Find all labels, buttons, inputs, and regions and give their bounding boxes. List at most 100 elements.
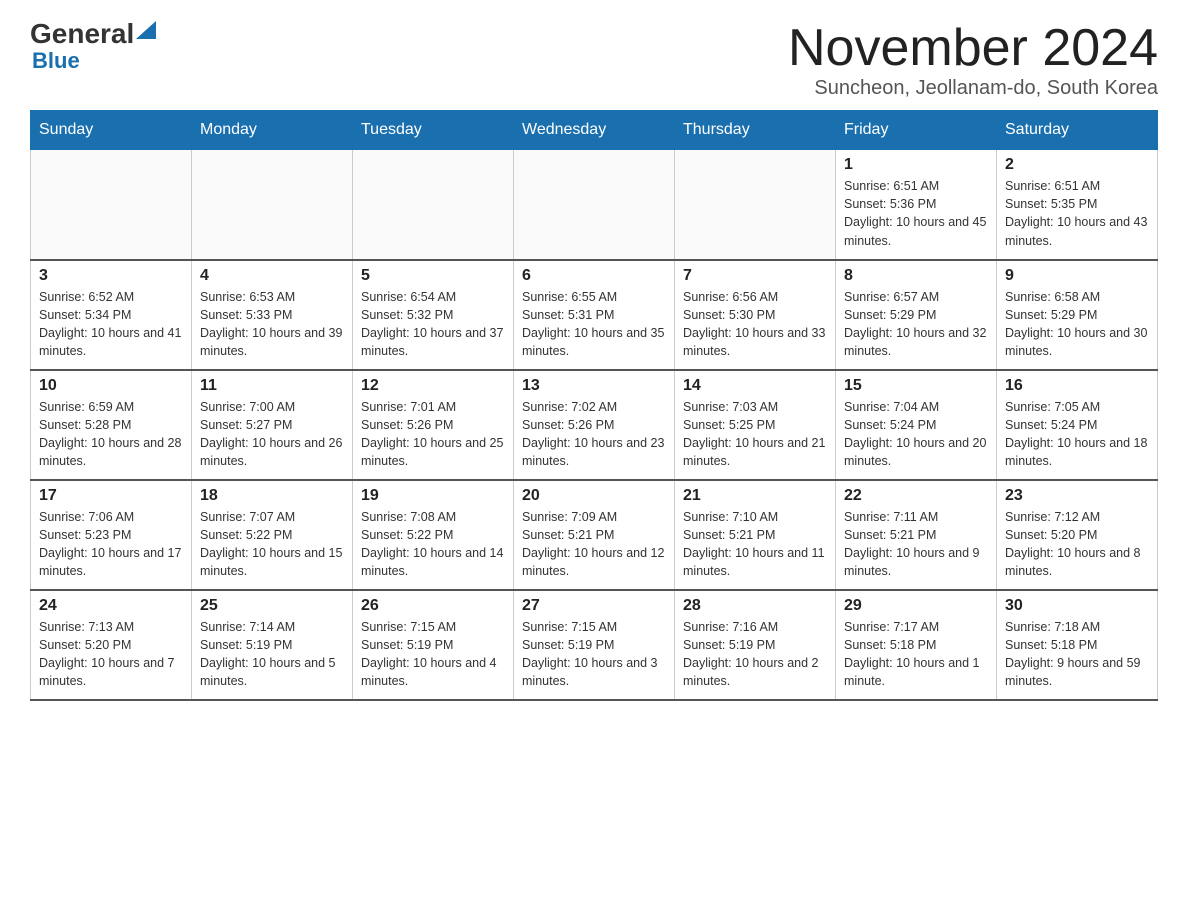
calendar-cell: 14Sunrise: 7:03 AM Sunset: 5:25 PM Dayli… [675, 370, 836, 480]
day-info: Sunrise: 6:58 AM Sunset: 5:29 PM Dayligh… [1005, 288, 1149, 361]
day-info: Sunrise: 7:06 AM Sunset: 5:23 PM Dayligh… [39, 508, 183, 581]
day-info: Sunrise: 7:10 AM Sunset: 5:21 PM Dayligh… [683, 508, 827, 581]
calendar-cell: 22 Sunrise: 7:11 AM Sunset: 5:21 PM Dayli… [836, 480, 997, 590]
weekday-header-row: SundayMondayTuesdayWednesdayThursdayFrid… [31, 111, 1158, 150]
calendar-cell: 28 Sunrise: 7:16 AM Sunset: 5:19 PM Dayli… [675, 590, 836, 700]
day-number: 2 [1005, 156, 1149, 174]
month-title: November 2024 [788, 20, 1158, 77]
calendar-cell [31, 150, 192, 260]
day-number: 25 [200, 597, 344, 615]
day-number: 22 [844, 487, 988, 505]
day-info: Sunrise: 6:57 AM Sunset: 5:29 PM Dayligh… [844, 288, 988, 361]
day-info: Sunrise: 7:12 AM Sunset: 5:20 PM Dayligh… [1005, 508, 1149, 581]
day-info: Sunrise: 7:14 AM Sunset: 5:19 PM Dayligh… [200, 618, 344, 691]
day-info: Sunrise: 7:07 AM Sunset: 5:22 PM Dayligh… [200, 508, 344, 581]
day-number: 6 [522, 267, 666, 285]
day-info: Sunrise: 6:55 AM Sunset: 5:31 PM Dayligh… [522, 288, 666, 361]
calendar-cell: 4 Sunrise: 6:53 AM Sunset: 5:33 PM Daylig… [192, 260, 353, 370]
calendar-cell: 18 Sunrise: 7:07 AM Sunset: 5:22 PM Dayli… [192, 480, 353, 590]
day-info: Sunrise: 6:56 AM Sunset: 5:30 PM Dayligh… [683, 288, 827, 361]
calendar-cell: 30 Sunrise: 7:18 AM Sunset: 5:18 PM Dayli… [997, 590, 1158, 700]
day-number: 17 [39, 487, 183, 505]
calendar-cell: 15 Sunrise: 7:04 AM Sunset: 5:24 PM Dayli… [836, 370, 997, 480]
calendar-cell: 1 Sunrise: 6:51 AM Sunset: 5:36 PM Daylig… [836, 150, 997, 260]
day-number: 9 [1005, 267, 1149, 285]
day-info: Sunrise: 7:04 AM Sunset: 5:24 PM Dayligh… [844, 398, 988, 471]
calendar-week-row: 1 Sunrise: 6:51 AM Sunset: 5:36 PM Daylig… [31, 150, 1158, 260]
calendar-cell: 10 Sunrise: 6:59 AM Sunset: 5:28 PM Dayli… [31, 370, 192, 480]
calendar-cell: 8 Sunrise: 6:57 AM Sunset: 5:29 PM Daylig… [836, 260, 997, 370]
calendar-cell [353, 150, 514, 260]
day-number: 12 [361, 377, 505, 395]
calendar-cell: 17 Sunrise: 7:06 AM Sunset: 5:23 PM Dayli… [31, 480, 192, 590]
day-info: Sunrise: 7:03 AM Sunset: 5:25 PM Dayligh… [683, 398, 827, 471]
day-number: 30 [1005, 597, 1149, 615]
day-info: Sunrise: 6:59 AM Sunset: 5:28 PM Dayligh… [39, 398, 183, 471]
calendar-week-row: 17 Sunrise: 7:06 AM Sunset: 5:23 PM Dayli… [31, 480, 1158, 590]
day-info: Sunrise: 6:53 AM Sunset: 5:33 PM Dayligh… [200, 288, 344, 361]
calendar-cell: 9 Sunrise: 6:58 AM Sunset: 5:29 PM Daylig… [997, 260, 1158, 370]
day-info: Sunrise: 7:15 AM Sunset: 5:19 PM Dayligh… [522, 618, 666, 691]
calendar-week-row: 10 Sunrise: 6:59 AM Sunset: 5:28 PM Dayli… [31, 370, 1158, 480]
day-info: Sunrise: 7:02 AM Sunset: 5:26 PM Dayligh… [522, 398, 666, 471]
day-info: Sunrise: 6:54 AM Sunset: 5:32 PM Dayligh… [361, 288, 505, 361]
calendar-cell: 24Sunrise: 7:13 AM Sunset: 5:20 PM Dayli… [31, 590, 192, 700]
day-number: 18 [200, 487, 344, 505]
calendar-cell: 19 Sunrise: 7:08 AM Sunset: 5:22 PM Dayli… [353, 480, 514, 590]
calendar-cell [192, 150, 353, 260]
day-number: 3 [39, 267, 183, 285]
day-number: 19 [361, 487, 505, 505]
day-info: Sunrise: 7:13 AM Sunset: 5:20 PM Dayligh… [39, 618, 183, 691]
calendar-cell: 26 Sunrise: 7:15 AM Sunset: 5:19 PM Dayli… [353, 590, 514, 700]
day-number: 10 [39, 377, 183, 395]
day-info: Sunrise: 6:51 AM Sunset: 5:36 PM Dayligh… [844, 177, 988, 250]
calendar-cell: 5 Sunrise: 6:54 AM Sunset: 5:32 PM Daylig… [353, 260, 514, 370]
day-number: 11 [200, 377, 344, 395]
day-info: Sunrise: 7:17 AM Sunset: 5:18 PM Dayligh… [844, 618, 988, 691]
calendar-cell: 23 Sunrise: 7:12 AM Sunset: 5:20 PM Dayli… [997, 480, 1158, 590]
calendar-cell: 25 Sunrise: 7:14 AM Sunset: 5:19 PM Dayli… [192, 590, 353, 700]
day-number: 16 [1005, 377, 1149, 395]
day-number: 26 [361, 597, 505, 615]
calendar-cell: 13 Sunrise: 7:02 AM Sunset: 5:26 PM Dayli… [514, 370, 675, 480]
day-number: 5 [361, 267, 505, 285]
weekday-header-friday: Friday [836, 111, 997, 150]
day-info: Sunrise: 7:16 AM Sunset: 5:19 PM Dayligh… [683, 618, 827, 691]
calendar-cell: 3 Sunrise: 6:52 AM Sunset: 5:34 PM Daylig… [31, 260, 192, 370]
calendar-week-row: 24Sunrise: 7:13 AM Sunset: 5:20 PM Dayli… [31, 590, 1158, 700]
calendar-cell [514, 150, 675, 260]
day-info: Sunrise: 7:01 AM Sunset: 5:26 PM Dayligh… [361, 398, 505, 471]
weekday-header-thursday: Thursday [675, 111, 836, 150]
weekday-header-monday: Monday [192, 111, 353, 150]
day-number: 29 [844, 597, 988, 615]
day-info: Sunrise: 7:11 AM Sunset: 5:21 PM Dayligh… [844, 508, 988, 581]
day-info: Sunrise: 7:15 AM Sunset: 5:19 PM Dayligh… [361, 618, 505, 691]
day-number: 27 [522, 597, 666, 615]
calendar-cell: 6 Sunrise: 6:55 AM Sunset: 5:31 PM Daylig… [514, 260, 675, 370]
day-info: Sunrise: 7:05 AM Sunset: 5:24 PM Dayligh… [1005, 398, 1149, 471]
calendar-week-row: 3 Sunrise: 6:52 AM Sunset: 5:34 PM Daylig… [31, 260, 1158, 370]
weekday-header-wednesday: Wednesday [514, 111, 675, 150]
day-info: Sunrise: 6:51 AM Sunset: 5:35 PM Dayligh… [1005, 177, 1149, 250]
calendar-table: SundayMondayTuesdayWednesdayThursdayFrid… [30, 110, 1158, 701]
day-number: 20 [522, 487, 666, 505]
day-number: 23 [1005, 487, 1149, 505]
day-number: 7 [683, 267, 827, 285]
calendar-cell: 7 Sunrise: 6:56 AM Sunset: 5:30 PM Daylig… [675, 260, 836, 370]
day-info: Sunrise: 6:52 AM Sunset: 5:34 PM Dayligh… [39, 288, 183, 361]
calendar-cell: 29 Sunrise: 7:17 AM Sunset: 5:18 PM Dayli… [836, 590, 997, 700]
weekday-header-sunday: Sunday [31, 111, 192, 150]
day-number: 21 [683, 487, 827, 505]
day-info: Sunrise: 7:08 AM Sunset: 5:22 PM Dayligh… [361, 508, 505, 581]
location-subtitle: Suncheon, Jeollanam-do, South Korea [788, 77, 1158, 100]
day-number: 4 [200, 267, 344, 285]
logo-arrow-icon [136, 21, 156, 39]
day-number: 1 [844, 156, 988, 174]
day-info: Sunrise: 7:18 AM Sunset: 5:18 PM Dayligh… [1005, 618, 1149, 691]
day-number: 13 [522, 377, 666, 395]
day-number: 8 [844, 267, 988, 285]
calendar-cell: 16 Sunrise: 7:05 AM Sunset: 5:24 PM Dayli… [997, 370, 1158, 480]
day-number: 15 [844, 377, 988, 395]
day-number: 28 [683, 597, 827, 615]
page-header: General Blue November 2024 Suncheon, Jeo… [30, 20, 1158, 100]
